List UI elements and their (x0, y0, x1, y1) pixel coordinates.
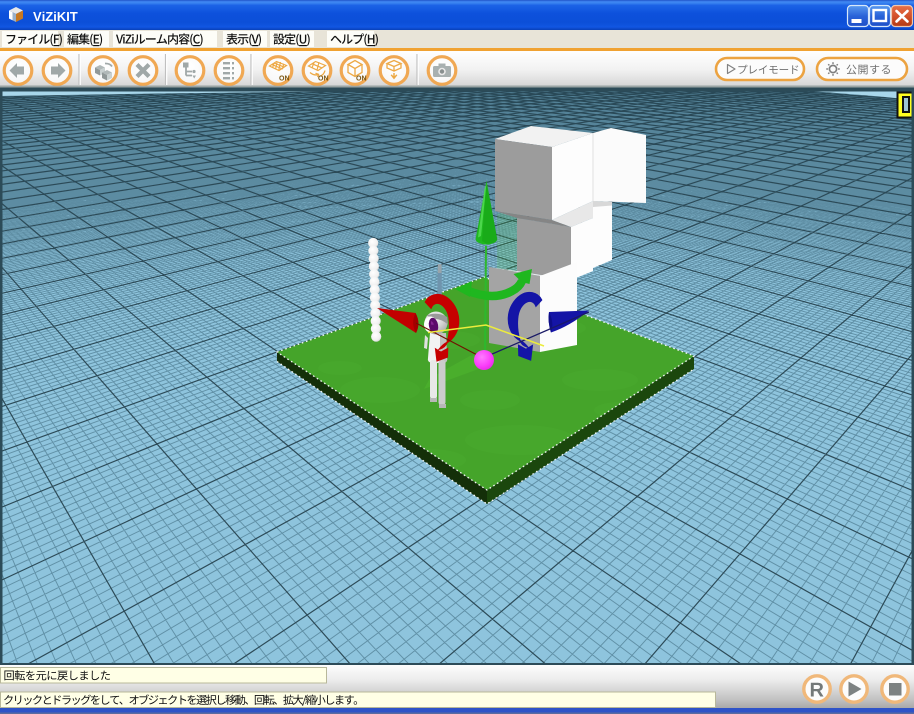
svg-text:ON: ON (356, 76, 367, 83)
svg-text:ON: ON (279, 76, 290, 83)
svg-text:ON: ON (318, 76, 329, 83)
